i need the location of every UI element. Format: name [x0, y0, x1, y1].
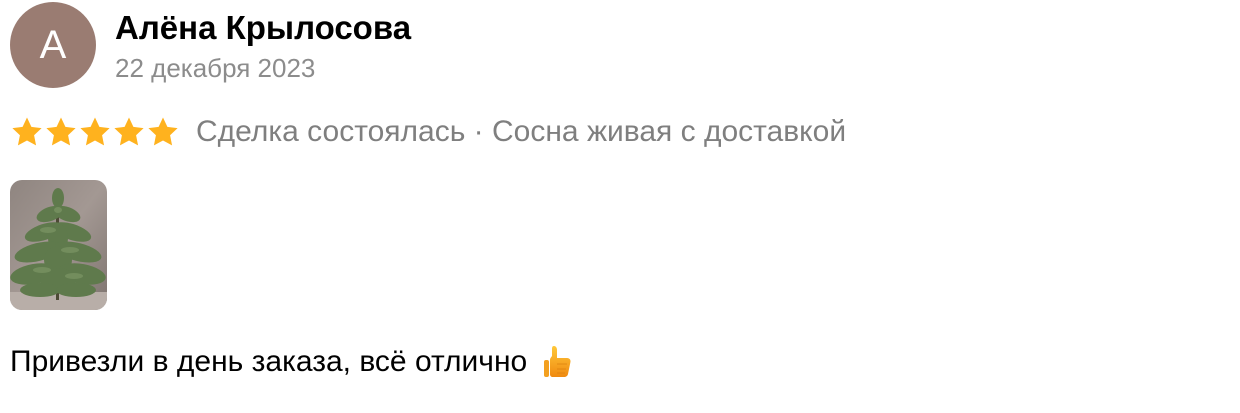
star-icon: [12, 117, 42, 146]
review-photo[interactable]: [10, 180, 107, 310]
star-icon: [148, 117, 178, 146]
rating-stars: [10, 115, 180, 149]
pine-tree-photo: [10, 180, 107, 310]
star-icon: [46, 117, 76, 146]
review-text: Привезли в день заказа, всё отлично: [10, 345, 528, 378]
review-date: 22 декабря 2023: [115, 53, 316, 83]
deal-meta: Сделка состоялась · Сосна живая с достав…: [196, 115, 847, 148]
avatar-letter: А: [39, 23, 67, 67]
avatar[interactable]: А: [10, 2, 96, 88]
review-text-row: Привезли в день заказа, всё отлично: [10, 342, 573, 382]
review-card: А Алёна Крылосова 22 декабря 2023 Сделка…: [0, 0, 1240, 413]
star-icon: [114, 117, 144, 146]
thumbs-up-icon: [544, 346, 571, 377]
author-name[interactable]: Алёна Крылосова: [115, 8, 411, 48]
rating-row: Сделка состоялась · Сосна живая с достав…: [10, 112, 846, 152]
star-icon: [80, 117, 110, 146]
